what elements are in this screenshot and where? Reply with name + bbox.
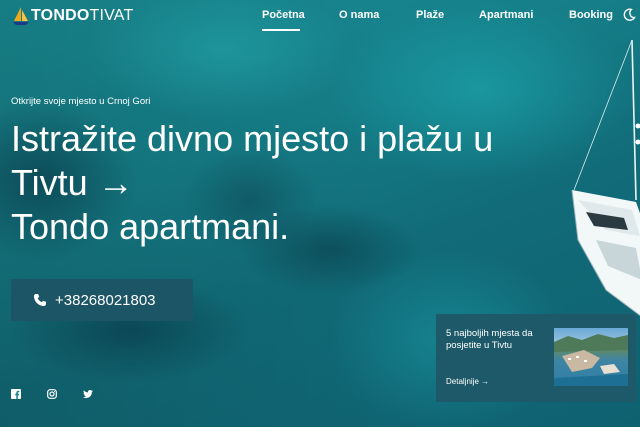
nav-item-apartmani[interactable]: Apartmani [479, 9, 533, 21]
hero-tagline: Otkrijte svoje mjesto u Crnoj Gori [11, 96, 151, 107]
featured-article-card[interactable]: 5 najboljih mjesta da posjetite u Tivtu … [436, 314, 636, 402]
phone-number: +38268021803 [55, 291, 156, 309]
sailboat-icon [13, 7, 29, 25]
nav-item-plaze[interactable]: Plaže [416, 9, 444, 21]
headline-line-3: Tondo apartmani. [11, 206, 290, 247]
nav-active-indicator [262, 29, 300, 31]
card-details-link[interactable]: Detaljnije → [446, 377, 489, 386]
headline-line-1: Istražite divno mjesto i plažu u [11, 118, 494, 159]
card-title[interactable]: 5 najboljih mjesta da posjetite u Tivtu [446, 328, 542, 352]
nav-item-booking[interactable]: Booking [569, 9, 613, 21]
hero-headline: Istražite divno mjesto i plažu u Tivtu →… [11, 117, 611, 249]
headline-line-2[interactable]: Tivtu → [11, 161, 611, 205]
nav-item-o-nama[interactable]: O nama [339, 9, 379, 21]
twitter-icon[interactable] [82, 388, 94, 400]
phone-call-button[interactable]: +38268021803 [11, 279, 193, 321]
brand-logo[interactable]: TONDOTIVAT [12, 6, 133, 26]
nav-item-pocetna[interactable]: Početna [262, 9, 305, 21]
instagram-icon[interactable] [46, 388, 58, 400]
facebook-icon[interactable] [10, 388, 22, 400]
brand-name-light: TIVAT [89, 7, 134, 24]
brand-name-bold: TONDO [31, 7, 90, 24]
phone-icon [34, 294, 46, 306]
dark-mode-toggle-icon[interactable] [622, 8, 636, 22]
card-thumbnail[interactable] [554, 328, 628, 386]
